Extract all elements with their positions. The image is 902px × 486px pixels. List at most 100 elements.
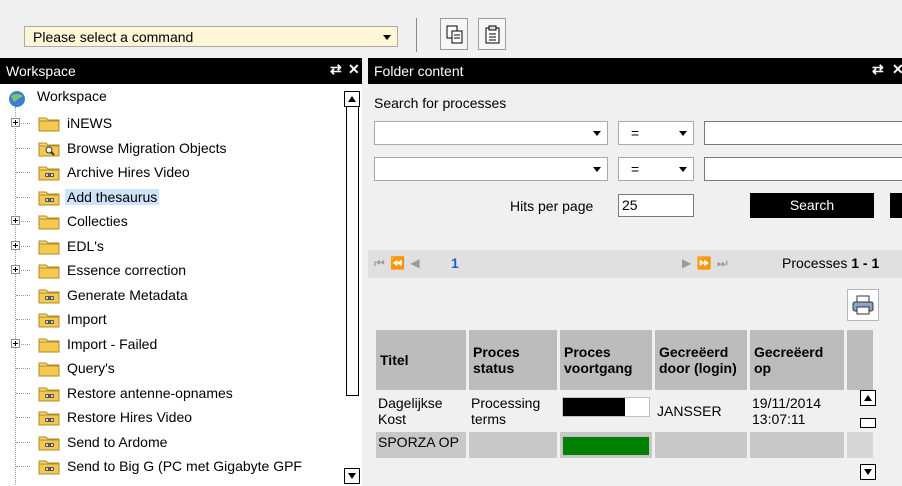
- tree-line: [16, 392, 30, 394]
- table-header-row: Titel Proces status Proces voortgang Gec…: [376, 330, 873, 390]
- paste-icon: [485, 25, 500, 44]
- tree-line: [16, 294, 30, 296]
- pager-next-last-icons[interactable]: ▶ ⏩ ⏭: [682, 256, 729, 271]
- expand-icon[interactable]: [11, 216, 20, 225]
- process-folder-icon: [38, 287, 60, 304]
- tree-item[interactable]: Send to Ardome: [0, 431, 344, 455]
- table-scrollbar[interactable]: [858, 390, 878, 486]
- tree-item-label: EDL's: [67, 237, 104, 254]
- filter-field-select-1[interactable]: [374, 121, 608, 145]
- folder-icon: [38, 213, 60, 230]
- folder-icon: [38, 336, 60, 353]
- tree-item[interactable]: Import - Failed: [0, 333, 344, 357]
- column-header-voortgang[interactable]: Proces voortgang: [560, 330, 652, 390]
- column-header-door[interactable]: Gecreëerd door (login): [655, 330, 747, 390]
- cell-status: Processing terms: [471, 395, 541, 427]
- process-folder-icon: [38, 311, 60, 328]
- expand-icon[interactable]: [11, 338, 20, 348]
- column-header-status[interactable]: Proces status: [469, 330, 557, 390]
- tree-item[interactable]: Query's: [0, 357, 344, 381]
- tree-item[interactable]: Essence correction: [0, 259, 344, 283]
- scroll-thumb[interactable]: [346, 106, 359, 396]
- close-icon[interactable]: ✕: [892, 61, 902, 78]
- tree-item[interactable]: iNEWS: [0, 112, 344, 136]
- scroll-thumb[interactable]: [860, 418, 876, 428]
- tree-item-label: Import: [67, 311, 107, 327]
- filter-operator-select-2[interactable]: =: [618, 157, 694, 181]
- tree-line: [16, 368, 30, 369]
- pager-current-page[interactable]: 1: [451, 255, 459, 271]
- tree-item[interactable]: Restore Hires Video: [0, 406, 344, 430]
- tree-item-label: Browse Migration Objects: [67, 139, 227, 156]
- command-select[interactable]: Please select a command: [24, 26, 398, 47]
- tree-item[interactable]: Add thesaurus: [0, 186, 344, 210]
- tree-item[interactable]: Browse Migration Objects: [0, 137, 344, 161]
- workspace-scrollbar[interactable]: [344, 84, 362, 486]
- printer-icon: [852, 295, 874, 315]
- filter-value-input-1[interactable]: [704, 121, 902, 145]
- search-folder-icon: [38, 140, 60, 157]
- tree-item-label: iNEWS: [67, 115, 113, 131]
- tree-line: [16, 441, 30, 443]
- workspace-panel-header: Workspace ⇄ ✕: [0, 58, 362, 84]
- tree-item-label: Archive Hires Video: [67, 164, 190, 180]
- chevron-down-icon: [679, 131, 687, 136]
- cell-door: JANSSER: [657, 403, 722, 419]
- tree-item[interactable]: Import: [0, 308, 344, 332]
- pager-first-prev-icons[interactable]: ⏮ ⏪ ◀: [374, 256, 421, 271]
- tree-root-label: Workspace: [37, 88, 107, 104]
- tree-item[interactable]: Restore antenne-opnames: [0, 382, 344, 406]
- process-folder-icon: [38, 385, 60, 402]
- close-icon[interactable]: ✕: [348, 61, 360, 78]
- search-heading: Search for processes: [374, 95, 507, 111]
- tree-item[interactable]: EDL's: [0, 235, 344, 259]
- expand-icon[interactable]: [11, 118, 20, 127]
- folder-content-header: Folder content ⇄ ✕: [368, 58, 902, 84]
- filter-operator-select-1[interactable]: =: [618, 121, 694, 145]
- column-header-op[interactable]: Gecreëerd op: [750, 330, 844, 390]
- hits-per-page-input[interactable]: 25: [618, 194, 694, 217]
- pager-summary-range: 1 - 1: [851, 255, 880, 271]
- scroll-up-button[interactable]: [860, 390, 876, 406]
- table-row[interactable]: SPORZA OP: [376, 432, 873, 458]
- filter-value-input-2[interactable]: [704, 157, 902, 181]
- filter-field-select-2[interactable]: [374, 157, 608, 181]
- paste-button[interactable]: [478, 18, 506, 50]
- tree-item-label: Query's: [67, 360, 115, 376]
- search-button[interactable]: Search: [750, 193, 874, 218]
- pager: ⏮ ⏪ ◀ 1 ▶ ⏩ ⏭ Processes 1 - 1: [368, 250, 902, 278]
- scroll-down-button[interactable]: [860, 464, 876, 480]
- tree-item[interactable]: Collecties: [0, 210, 344, 234]
- scroll-down-button[interactable]: [344, 468, 360, 484]
- chevron-down-icon: [383, 35, 391, 40]
- folder-icon: [38, 360, 60, 377]
- cell-op: [750, 432, 844, 458]
- folder-content: Search for processes = = Hits per page 2…: [368, 84, 902, 486]
- tree-line: [16, 466, 30, 467]
- tree-item-label: Collecties: [67, 213, 128, 229]
- folder-icon: [38, 238, 60, 255]
- table-row[interactable]: Dagelijkse Kost Processing terms JANSSER 19…: [376, 393, 873, 429]
- expand-icon[interactable]: [11, 265, 20, 274]
- tree-line: [16, 319, 30, 320]
- reset-button[interactable]: [890, 193, 902, 218]
- tree-root[interactable]: Workspace: [0, 88, 344, 112]
- progress-fill: [563, 398, 625, 416]
- refresh-icon[interactable]: ⇄: [330, 61, 342, 78]
- tree-item[interactable]: Archive Hires Video: [0, 161, 344, 185]
- print-button[interactable]: [847, 289, 879, 321]
- refresh-icon[interactable]: ⇄: [872, 61, 884, 78]
- tree-line: [16, 147, 30, 149]
- copy-button[interactable]: [440, 18, 468, 50]
- expand-icon[interactable]: [11, 240, 20, 250]
- toolbar-separator: [416, 18, 417, 52]
- folder-icon: [38, 115, 60, 132]
- workspace-panel-title: Workspace: [6, 63, 76, 79]
- tree-item[interactable]: Generate Metadata: [0, 284, 344, 308]
- tree-item-label: Restore Hires Video: [67, 409, 193, 425]
- column-header-scroll: [847, 330, 873, 390]
- tree-line: [16, 417, 30, 418]
- tree-item[interactable]: Send to Big G (PC met Gigabyte GPF: [0, 455, 344, 479]
- column-header-titel[interactable]: Titel: [376, 330, 466, 390]
- scroll-up-button[interactable]: [344, 91, 360, 107]
